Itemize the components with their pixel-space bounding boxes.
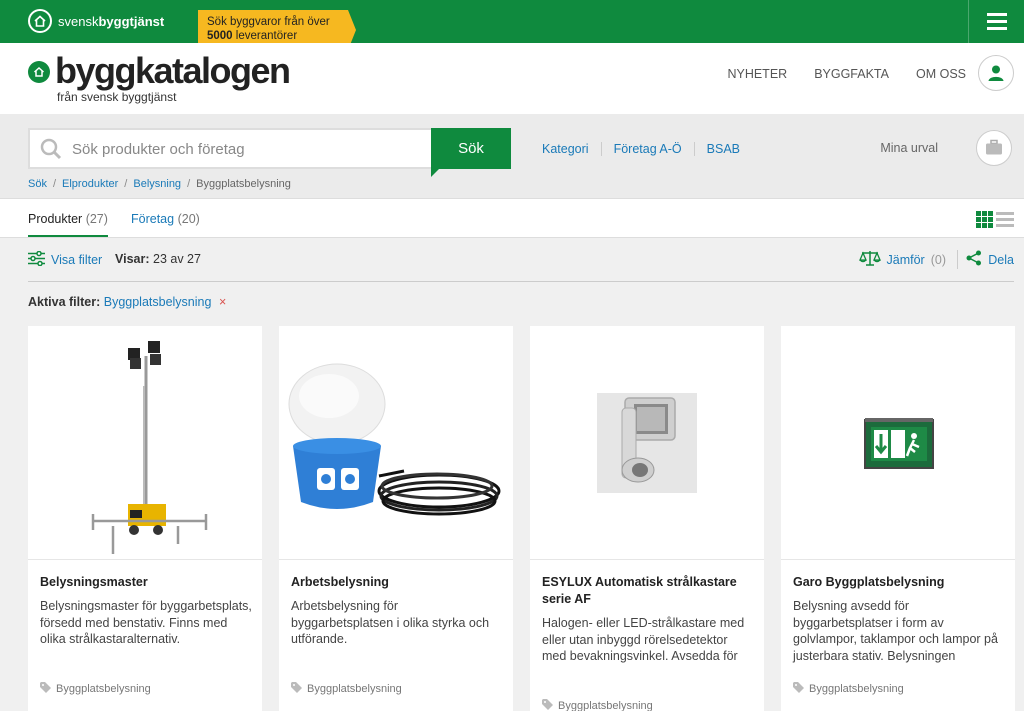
svensk-byggtjanst-logo[interactable]: svensk byggtjänst <box>28 9 164 33</box>
active-filters: Aktiva filter: Byggplatsbelysning × <box>28 295 226 309</box>
user-icon[interactable] <box>978 55 1014 91</box>
link-foretag-a-o[interactable]: Företag A-Ö <box>600 142 694 156</box>
product-image-work-light[interactable] <box>279 326 513 560</box>
hamburger-menu-icon[interactable] <box>968 0 1024 43</box>
active-filter-tag[interactable]: Byggplatsbelysning <box>104 295 212 309</box>
brand-text-b: byggtjänst <box>98 13 165 29</box>
tab-produkter-label: Produkter <box>28 212 83 226</box>
product-category-label: Byggplatsbelysning <box>558 700 653 711</box>
product-card[interactable]: ESYLUX Automatisk strålkastare serie AF … <box>530 326 764 711</box>
list-view-icon[interactable] <box>996 211 1014 233</box>
search-area: Sök Kategori Företag A-Ö BSAB Mina urval… <box>0 114 1024 199</box>
product-description: Halogen- eller LED-strålkastare med elle… <box>542 616 745 663</box>
logo-name: byggkatalogen <box>55 50 291 91</box>
tab-produkter[interactable]: Produkter (27) <box>28 212 108 237</box>
nav-om-oss[interactable]: OM OSS <box>916 67 966 81</box>
product-image-floodlight[interactable] <box>530 326 764 560</box>
compare-label: Jämför <box>886 252 925 267</box>
result-count: Visar: 23 av 27 <box>115 252 201 266</box>
product-title[interactable]: ESYLUX Automatisk strålkastare serie AF <box>542 574 754 608</box>
site-header: byggkatalogen från svensk byggtjänst NYH… <box>0 43 1024 114</box>
tag-icon <box>542 699 553 711</box>
visar-value: 23 av 27 <box>153 252 201 266</box>
search-input[interactable] <box>72 138 422 160</box>
logo-subtitle: från svensk byggtjänst <box>57 90 177 104</box>
tab-foretag-count: (20) <box>177 212 200 226</box>
top-bar: svensk byggtjänst Sök byggvaror från öve… <box>0 0 1024 50</box>
tab-foretag-label: Företag <box>131 212 175 226</box>
product-category-label: Byggplatsbelysning <box>56 683 151 695</box>
promo-line1: Sök byggvaror från över <box>207 16 330 28</box>
category-links: Kategori Företag A-Ö BSAB <box>542 142 752 156</box>
product-card[interactable]: Garo Byggplatsbelysning Belysning avsedd… <box>781 326 1015 711</box>
search-box <box>28 128 432 169</box>
product-category-label: Byggplatsbelysning <box>809 683 904 695</box>
visa-filter-button[interactable]: Visa filter <box>28 250 103 269</box>
product-category[interactable]: Byggplatsbelysning <box>542 699 653 711</box>
product-title[interactable]: Arbetsbelysning <box>291 574 503 591</box>
remove-filter-icon[interactable]: × <box>219 295 226 309</box>
breadcrumb-belysning[interactable]: Belysning <box>133 178 181 190</box>
active-filters-label: Aktiva filter: <box>28 295 101 309</box>
product-description: Belysningsmaster för byggarbetsplats, fö… <box>40 599 252 646</box>
visar-label: Visar: <box>115 252 150 266</box>
breadcrumb-separator: / <box>187 178 191 190</box>
breadcrumb: Sök / Elprodukter / Belysning / Byggplat… <box>28 178 291 190</box>
breadcrumb-separator: / <box>124 178 128 190</box>
product-description: Belysning avsedd för byggarbetsplatser i… <box>793 599 998 663</box>
breadcrumb-separator: / <box>52 178 57 190</box>
tab-foretag[interactable]: Företag (20) <box>131 212 200 226</box>
tabs-bar: Produkter (27) Företag (20) <box>0 199 1024 238</box>
product-category[interactable]: Byggplatsbelysning <box>793 682 904 696</box>
promo-line2: 5000 leverantörer <box>207 29 339 43</box>
home-icon <box>28 61 50 83</box>
promo-line2-text: leverantörer <box>232 30 298 42</box>
filter-bar: Visa filter Visar: 23 av 27 Jämför (0) D… <box>0 238 1024 282</box>
grid-view-icon[interactable] <box>976 211 993 233</box>
product-description: Arbetsbelysning för byggarbetsplatsen i … <box>291 599 490 646</box>
tag-icon <box>40 682 51 696</box>
link-kategori[interactable]: Kategori <box>542 142 601 156</box>
product-image-exit-sign[interactable] <box>781 326 1015 560</box>
briefcase-icon[interactable] <box>976 130 1012 166</box>
divider <box>28 281 1014 282</box>
tab-produkter-count: (27) <box>85 212 108 226</box>
visa-filter-label: Visa filter <box>51 253 103 267</box>
product-image-light-tower[interactable] <box>28 326 262 560</box>
compare-count: (0) <box>930 252 946 267</box>
search-button[interactable]: Sök <box>431 128 511 177</box>
share-button[interactable]: Dela <box>957 250 1014 269</box>
product-category-label: Byggplatsbelysning <box>307 683 402 695</box>
product-title[interactable]: Belysningsmaster <box>40 574 252 591</box>
breadcrumb-sok[interactable]: Sök <box>28 178 47 190</box>
link-bsab[interactable]: BSAB <box>693 142 752 156</box>
top-nav: NYHETER BYGGFAKTA OM OSS <box>727 67 966 81</box>
share-icon <box>966 250 982 269</box>
product-card[interactable]: Arbetsbelysning Arbetsbelysning för bygg… <box>279 326 513 711</box>
tag-icon <box>793 682 804 696</box>
product-category[interactable]: Byggplatsbelysning <box>291 682 402 696</box>
promo-count: 5000 <box>207 30 233 42</box>
sliders-icon <box>28 250 45 269</box>
product-card[interactable]: Belysningsmaster Belysningsmaster för by… <box>28 326 262 711</box>
product-category[interactable]: Byggplatsbelysning <box>40 682 151 696</box>
scale-icon <box>858 250 881 269</box>
mina-urval-label[interactable]: Mina urval <box>880 141 938 155</box>
breadcrumb-elprodukter[interactable]: Elprodukter <box>62 178 118 190</box>
brand-text-a: svensk <box>58 13 99 29</box>
nav-nyheter[interactable]: NYHETER <box>727 67 787 81</box>
search-icon <box>39 137 63 166</box>
breadcrumb-current: Byggplatsbelysning <box>196 178 291 190</box>
product-title[interactable]: Garo Byggplatsbelysning <box>793 574 1005 591</box>
tag-icon <box>291 682 302 696</box>
share-label: Dela <box>988 252 1014 267</box>
nav-byggfakta[interactable]: BYGGFAKTA <box>814 67 889 81</box>
compare-button[interactable]: Jämför (0) <box>858 250 946 269</box>
view-toggle <box>976 211 1014 233</box>
house-icon <box>28 9 52 33</box>
